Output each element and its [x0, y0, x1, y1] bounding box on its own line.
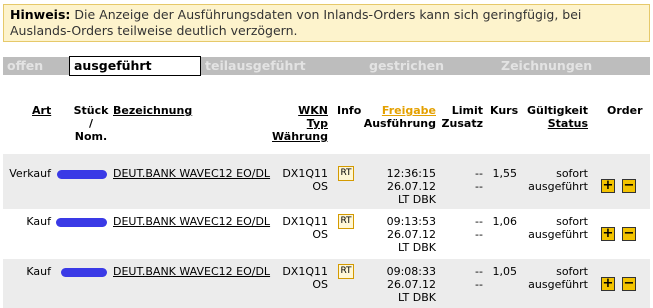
realtime-info-button[interactable]: RT [338, 214, 354, 229]
row-date: 26.07.12 [387, 228, 436, 241]
row-art: Verkauf [9, 167, 51, 180]
remove-order-icon[interactable]: − [622, 179, 636, 193]
remove-order-icon[interactable]: − [622, 277, 636, 291]
row-gueltigkeit: sofort [556, 167, 588, 180]
row-date: 26.07.12 [387, 180, 436, 193]
sort-bezeichnung-link[interactable]: Bezeichnung [113, 104, 192, 117]
row-wkn: DX1Q11 [282, 215, 328, 228]
notice-text: Die Anzeige der Ausführungsdaten von Inl… [10, 7, 582, 38]
row-status: ausgeführt [528, 180, 588, 193]
tab-teilausgefuehrt[interactable]: teilausgeführt [201, 57, 365, 75]
header-bezeichnung[interactable]: Bezeichnung [113, 104, 192, 117]
row-kurs: 1,55 [492, 167, 518, 180]
header-stueck-label: Stück / [73, 104, 109, 130]
row-typ: OS [312, 180, 328, 193]
row-zusatz: -- [475, 180, 483, 193]
realtime-info-button[interactable]: RT [338, 264, 354, 279]
row-limit: -- [475, 167, 483, 180]
header-limit: Limit Zusatz [440, 104, 483, 130]
row-gueltigkeit: sofort [556, 265, 588, 278]
sort-waehrung-link[interactable]: Währung [272, 130, 328, 143]
header-art[interactable]: Art [32, 104, 51, 117]
sort-wkn-link[interactable]: WKN [298, 104, 328, 117]
tab-gestrichen[interactable]: gestrichen [365, 57, 497, 75]
status-tabs: offen ausgeführt teilausgeführt gestrich… [3, 56, 650, 76]
row-art: Kauf [26, 215, 51, 228]
row-typ: OS [312, 228, 328, 241]
header-nom-label: Nom. [74, 130, 108, 143]
row-venue: LT DBK [397, 291, 436, 304]
tab-ausgefuehrt[interactable]: ausgeführt [69, 56, 201, 76]
header-zusatz-label: Zusatz [441, 117, 483, 130]
tab-offen[interactable]: offen [3, 57, 69, 75]
row-bezeichnung-link[interactable]: DEUT.BANK WAVEC12 EO/DL [113, 215, 270, 228]
row-zusatz: -- [475, 228, 483, 241]
row-time: 09:08:33 [386, 265, 436, 278]
header-ausfuehrung-label: Ausführung [363, 117, 436, 130]
row-wkn: DX1Q11 [282, 167, 328, 180]
row-status: ausgeführt [528, 278, 588, 291]
header-info: Info [337, 104, 362, 117]
header-kurs: Kurs [490, 104, 519, 117]
sort-freigabe-link[interactable]: Freigabe [382, 104, 436, 117]
row-gueltigkeit: sofort [556, 215, 588, 228]
sort-status-link[interactable]: Status [548, 117, 588, 130]
header-freigabe: Freigabe Ausführung [360, 104, 436, 130]
row-zusatz: -- [475, 278, 483, 291]
header-gueltigkeit: Gültigkeit Status [520, 104, 588, 130]
row-kurs: 1,05 [492, 265, 518, 278]
realtime-info-button[interactable]: RT [338, 166, 354, 181]
notice-label: Hinweis: [10, 7, 71, 22]
row-limit: -- [475, 215, 483, 228]
add-order-icon[interactable]: + [601, 277, 615, 291]
row-wkn: DX1Q11 [282, 265, 328, 278]
redacted-quantity [57, 170, 107, 179]
row-bezeichnung-link[interactable]: DEUT.BANK WAVEC12 EO/DL [113, 167, 270, 180]
row-limit: -- [475, 265, 483, 278]
sort-art-link[interactable]: Art [32, 104, 51, 117]
row-art: Kauf [26, 265, 51, 278]
header-limit-label: Limit [451, 104, 483, 117]
redacted-quantity [56, 218, 107, 227]
remove-order-icon[interactable]: − [622, 227, 636, 241]
notice-banner: Hinweis: Die Anzeige der Ausführungsdate… [3, 4, 650, 42]
header-order: Order [607, 104, 643, 117]
row-time: 09:13:53 [386, 215, 436, 228]
header-gueltigkeit-label: Gültigkeit [526, 104, 588, 117]
header-wkn-typ-waehrung: WKN Typ Währung [270, 104, 328, 143]
row-kurs: 1,06 [492, 215, 518, 228]
row-venue: LT DBK [397, 241, 436, 254]
row-typ: OS [312, 278, 328, 291]
row-status: ausgeführt [528, 228, 588, 241]
header-stueck: Stück / Nom. [70, 104, 112, 143]
add-order-icon[interactable]: + [601, 179, 615, 193]
add-order-icon[interactable]: + [601, 227, 615, 241]
row-time: 12:36:15 [386, 167, 436, 180]
tab-zeichnungen[interactable]: Zeichnungen [497, 57, 650, 75]
redacted-quantity [61, 268, 107, 277]
row-venue: LT DBK [397, 193, 436, 206]
row-bezeichnung-link[interactable]: DEUT.BANK WAVEC12 EO/DL [113, 265, 270, 278]
row-date: 26.07.12 [387, 278, 436, 291]
sort-typ-link[interactable]: Typ [307, 117, 328, 130]
